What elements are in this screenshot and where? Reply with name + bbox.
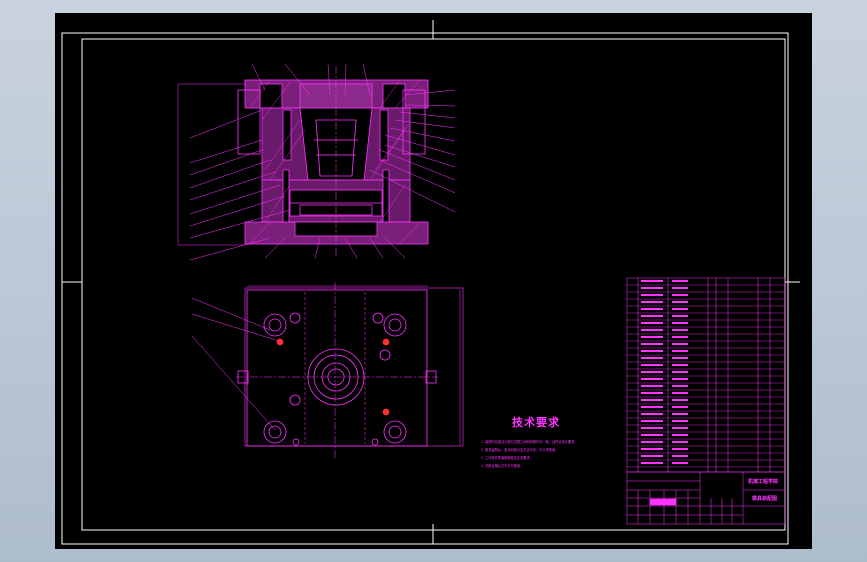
parts-row-mark [641, 455, 663, 457]
technical-requirements-title: 技术要求 [512, 416, 560, 429]
parts-row-mark [672, 413, 688, 415]
parts-row-mark [641, 350, 663, 352]
note-1: 1. 装配时应保证凸模与凹模之间的间隙均匀一致，且符合设计要求。 [481, 440, 578, 444]
parts-row-mark [641, 448, 663, 450]
parts-row-mark [672, 455, 688, 457]
parts-row-mark [641, 399, 663, 401]
parts-row-mark [641, 336, 663, 338]
parts-row-mark [672, 427, 688, 429]
parts-row-mark [641, 406, 663, 408]
parts-row-mark [641, 378, 663, 380]
note-3: 3. 工作零件表面粗糙度应达到要求。 [481, 456, 533, 460]
parts-row-mark [672, 287, 688, 289]
parts-row-mark [641, 294, 663, 296]
parts-row-mark [641, 462, 663, 464]
parts-row-mark [672, 280, 688, 282]
parts-row-mark [641, 329, 663, 331]
parts-row-mark [672, 301, 688, 303]
parts-row-mark [672, 420, 688, 422]
parts-row-mark [672, 371, 688, 373]
parts-row-mark [672, 357, 688, 359]
parts-row-mark [641, 392, 663, 394]
parts-row-mark [672, 385, 688, 387]
parts-row-mark [672, 441, 688, 443]
parts-row-mark [672, 308, 688, 310]
note-4: 4. 试模合格后方可交付使用。 [481, 464, 524, 468]
plan-view [191, 282, 464, 458]
parts-row-mark [672, 434, 688, 436]
parts-row-mark [641, 308, 663, 310]
parts-row-mark [672, 329, 688, 331]
parts-row-mark [672, 294, 688, 296]
parts-row-mark [672, 350, 688, 352]
parts-row-mark [641, 420, 663, 422]
parts-row-mark [641, 434, 663, 436]
parts-row-mark [672, 364, 688, 366]
parts-row-mark [641, 371, 663, 373]
parts-row-mark [672, 462, 688, 464]
parts-row-mark [641, 357, 663, 359]
parts-row-mark [641, 280, 663, 282]
parts-row-mark [641, 427, 663, 429]
parts-row-mark [641, 287, 663, 289]
parts-row-mark [672, 378, 688, 380]
parts-row-mark [672, 406, 688, 408]
drawing-canvas [61, 20, 800, 545]
parts-row-mark [672, 448, 688, 450]
title-block-drawing-name: 模具装配图 [752, 496, 778, 502]
parts-row-mark [672, 315, 688, 317]
parts-row-mark [641, 413, 663, 415]
parts-row-mark [641, 441, 663, 443]
parts-row-mark [672, 399, 688, 401]
parts-row-mark [641, 385, 663, 387]
parts-row-mark [641, 315, 663, 317]
title-block-school: 机械工程学院 [748, 479, 779, 485]
parts-row-mark [641, 301, 663, 303]
parts-row-mark [672, 343, 688, 345]
parts-row-mark [672, 392, 688, 394]
note-2: 2. 模具装配后，各活动部分应灵活可靠，无卡滞现象。 [481, 448, 559, 452]
parts-row-mark [641, 322, 663, 324]
parts-row-mark [641, 364, 663, 366]
parts-row-mark [672, 336, 688, 338]
parts-row-mark [641, 343, 663, 345]
parts-row-mark [672, 322, 688, 324]
cad-viewport[interactable]: 技术要求 1. 装配时应保证凸模与凹模之间的间隙均匀一致，且符合设计要求。 2.… [0, 0, 867, 562]
front-section-view [177, 63, 456, 261]
parts-list-rows [627, 280, 785, 468]
